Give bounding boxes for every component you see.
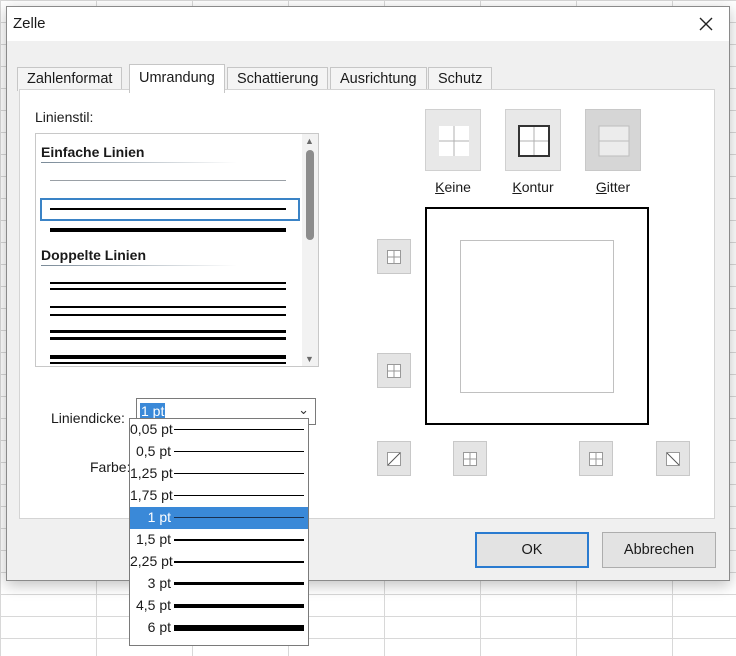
line-width-option[interactable]: 1,75 pt [130,485,308,507]
border-right-button[interactable] [579,441,613,476]
line-style-hairline[interactable] [50,180,286,181]
color-label: Farbe: [90,459,131,475]
preset-grid-button[interactable] [585,109,641,171]
line-width-option-label: 6 pt [147,619,171,635]
chevron-down-icon[interactable]: ⌄ [298,402,309,418]
line-width-sample [174,539,304,541]
border-none-icon [439,126,469,156]
line-width-option[interactable]: 6 pt [130,617,308,639]
tab-ausrichtung[interactable]: Ausrichtung [330,67,427,91]
line-width-option-label: 0,05 pt [130,421,173,437]
line-width-option-selected[interactable]: 1 pt [130,507,308,529]
line-width-option[interactable]: 2,25 pt [130,551,308,573]
line-style-label: Linienstil: [35,109,94,125]
preset-none-text: eine [444,179,471,195]
scroll-thumb[interactable] [306,150,314,240]
border-left-button[interactable] [453,441,487,476]
line-width-option-label: 1,25 pt [130,465,173,481]
line-style-thin[interactable] [50,208,286,210]
line-style-double-1b [50,288,286,290]
border-diagonal-down-button[interactable] [656,441,690,476]
line-width-sample [174,561,304,563]
line-width-sample [174,495,304,496]
line-width-option-label: 2,25 pt [130,553,173,569]
line-style-double-2[interactable] [50,306,286,308]
line-style-double-2b [50,314,286,316]
line-width-option[interactable]: 0,05 pt [130,419,308,441]
line-width-sample [174,582,304,585]
line-style-double-4b [50,362,286,364]
cancel-button[interactable]: Abbrechen [602,532,716,568]
line-width-sample [174,473,304,474]
section-heading-double: Doppelte Linien [41,247,146,263]
preset-outline-button[interactable] [505,109,561,171]
tab-schutz[interactable]: Schutz [428,67,493,91]
diagonal-up-icon [387,451,401,466]
scroll-down-icon[interactable]: ▼ [305,354,314,364]
close-icon [699,17,713,31]
cell-format-dialog: Zelle Zahlenformat Umrandung Schattierun… [6,6,730,581]
border-diagonal-up-button[interactable] [377,441,411,476]
border-left-icon [463,451,477,466]
border-outline-icon [518,125,550,157]
line-style-thick[interactable] [50,228,286,232]
line-width-option[interactable]: 0,5 pt [130,441,308,463]
dialog-title: Zelle [13,15,46,32]
line-width-option-label: 0,5 pt [135,443,171,459]
line-width-label: Liniendicke: [51,410,125,426]
line-width-sample [174,604,304,608]
tab-umrandung[interactable]: Umrandung [129,64,225,93]
line-style-double-1[interactable] [50,282,286,284]
line-style-double-3[interactable] [50,330,286,333]
line-width-sample [174,429,304,430]
scroll-up-icon[interactable]: ▲ [305,136,314,146]
line-width-option-label: 1,5 pt [135,531,171,547]
line-style-double-4[interactable] [50,355,286,359]
line-width-dropdown-list[interactable]: 0,05 pt 0,5 pt 1,25 pt 1,75 pt 1 pt 1,5 … [129,418,309,646]
preset-outline-label: Kontur [512,179,554,195]
border-preview [425,207,649,425]
line-width-option[interactable]: 1,25 pt [130,463,308,485]
border-top-button[interactable] [377,239,411,274]
preset-outline-text: ontur [521,179,554,195]
line-width-sample [174,517,304,518]
line-style-list[interactable]: Einfache Linien Doppelte Linien ▲ ▼ [35,133,319,367]
line-width-option[interactable]: 3 pt [130,573,308,595]
line-width-option-label: 3 pt [147,575,171,591]
border-bottom-icon [387,363,401,378]
border-bottom-button[interactable] [377,353,411,388]
preset-grid-text: itter [606,179,631,195]
preset-none-button[interactable] [425,109,481,171]
title-bar: Zelle [7,7,729,41]
line-style-double-3b [50,337,286,340]
tab-schattierung[interactable]: Schattierung [227,67,329,91]
border-grid-icon [598,125,630,157]
line-style-scrollbar[interactable]: ▲ ▼ [302,134,318,366]
preset-none-label: Keine [435,179,471,195]
tab-zahlenformat[interactable]: Zahlenformat [17,67,123,91]
diagonal-down-icon [666,451,680,466]
border-top-icon [387,249,401,264]
section-heading-single: Einfache Linien [41,144,145,160]
section-divider [41,265,237,266]
line-width-option-label: 4,5 pt [135,597,171,613]
line-width-option-label: 1 pt [147,509,171,525]
border-right-icon [589,451,603,466]
line-width-sample [174,451,304,452]
ok-button[interactable]: OK [475,532,589,568]
section-divider [41,162,237,163]
line-width-option[interactable]: 4,5 pt [130,595,308,617]
line-width-option[interactable]: 1,5 pt [130,529,308,551]
preview-cell [460,240,614,393]
close-button[interactable] [683,7,729,41]
preset-grid-label: Gitter [595,179,631,195]
line-width-option-label: 1,75 pt [130,487,173,503]
line-width-sample [174,625,304,631]
